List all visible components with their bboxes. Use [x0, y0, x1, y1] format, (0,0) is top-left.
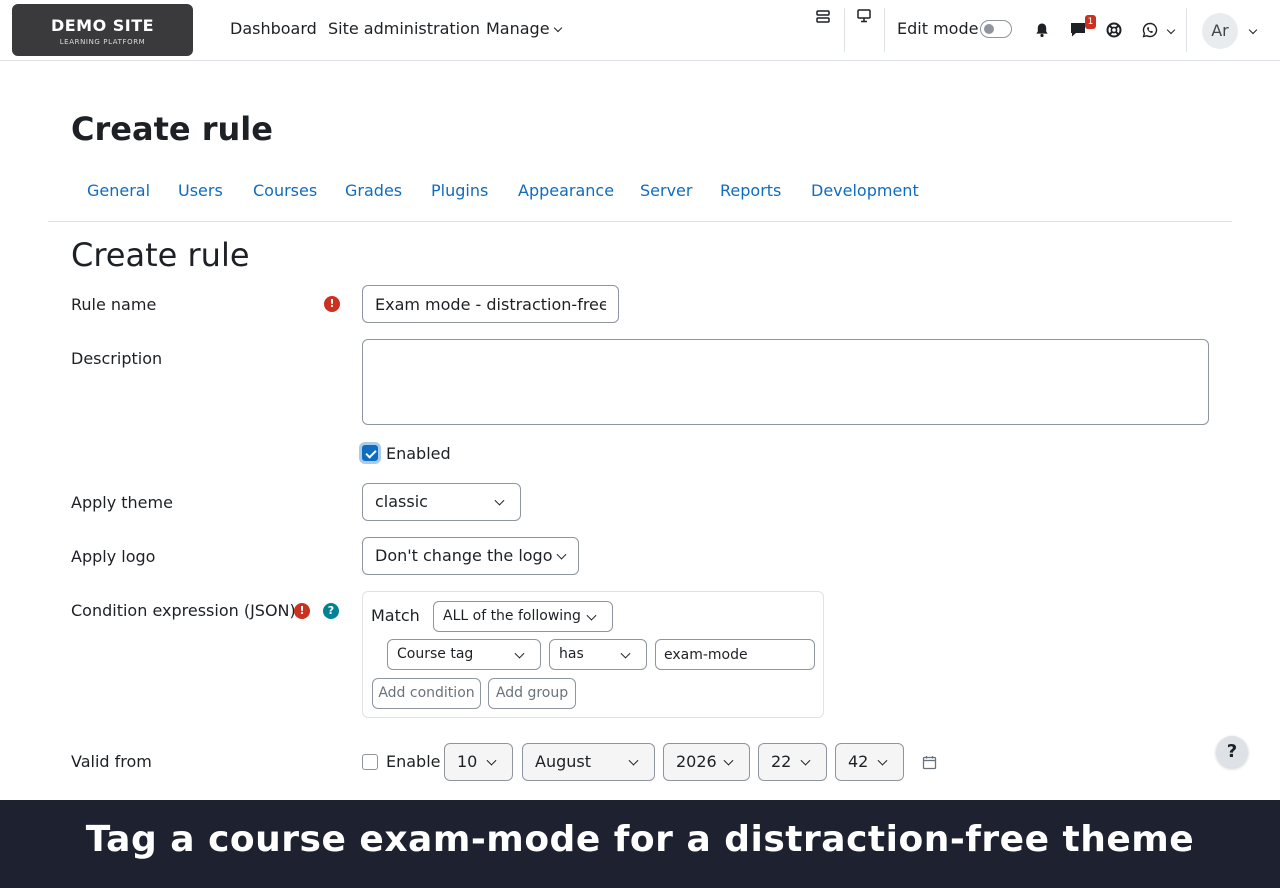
blocks-drawer-icon[interactable]: [815, 9, 831, 29]
chevron-down-icon: [723, 755, 734, 766]
tab-plugins[interactable]: Plugins: [431, 181, 488, 200]
rule-name-input[interactable]: [362, 285, 619, 323]
chevron-down-icon: [628, 755, 639, 766]
bell-icon[interactable]: [1034, 22, 1050, 42]
form-heading: Create rule: [71, 236, 250, 274]
valid-from-day-value: 10: [457, 752, 478, 771]
required-icon: !: [324, 296, 340, 312]
condition-field-select[interactable]: Course tag: [387, 639, 541, 670]
apply-logo-value: Don't change the logo: [375, 546, 553, 565]
edit-mode-toggle[interactable]: [980, 20, 1012, 38]
caption-banner: Tag a course exam-mode for a distraction…: [0, 800, 1280, 888]
apply-theme-label: Apply theme: [71, 493, 173, 512]
valid-from-minute-select[interactable]: 42: [835, 743, 904, 781]
enabled-checkbox[interactable]: [362, 445, 378, 461]
whatsapp-icon[interactable]: [1142, 22, 1158, 42]
nav-manage[interactable]: Manage: [486, 19, 562, 38]
chevron-down-icon: [514, 648, 525, 659]
valid-from-enable-checkbox[interactable]: [362, 754, 378, 770]
chevron-down-icon: [494, 495, 505, 506]
valid-from-month-select[interactable]: August: [522, 743, 655, 781]
chevron-down-icon: [586, 610, 597, 621]
logo-title: DEMO SITE: [50, 16, 155, 35]
apply-theme-select[interactable]: classic: [362, 483, 521, 521]
tab-courses[interactable]: Courses: [253, 181, 317, 200]
valid-from-enable-label: Enable: [386, 752, 441, 771]
edit-mode-label: Edit mode: [897, 19, 979, 38]
valid-from-hour-value: 22: [771, 752, 792, 771]
navbar-divider: [1186, 8, 1187, 52]
chevron-down-icon: [486, 755, 497, 766]
valid-from-year-select[interactable]: 2026: [663, 743, 750, 781]
condition-builder: Match ALL of the following Course tag ha…: [362, 591, 824, 718]
tab-server[interactable]: Server: [640, 181, 692, 200]
lifebuoy-icon[interactable]: [1106, 22, 1122, 42]
user-avatar[interactable]: Ar: [1202, 13, 1238, 49]
tab-reports[interactable]: Reports: [720, 181, 781, 200]
enabled-label: Enabled: [386, 444, 451, 463]
navbar-divider: [844, 8, 845, 52]
valid-from-month-value: August: [535, 752, 591, 771]
messages-badge: 1: [1085, 15, 1096, 29]
top-navbar: DEMO SITE LEARNING PLATFORM Dashboard Si…: [0, 0, 1280, 61]
tab-users[interactable]: Users: [178, 181, 223, 200]
admin-tabs: General Users Courses Grades Plugins App…: [48, 162, 1232, 222]
valid-from-day-select[interactable]: 10: [444, 743, 513, 781]
chevron-down-icon: [877, 755, 888, 766]
chevron-down-icon: [620, 648, 631, 659]
chevron-down-icon[interactable]: [1248, 25, 1258, 35]
valid-from-year-value: 2026: [676, 752, 717, 771]
match-select[interactable]: ALL of the following: [433, 601, 613, 632]
condition-operator-value: has: [559, 646, 584, 662]
navbar-divider: [884, 8, 885, 52]
chevron-down-icon: [800, 755, 811, 766]
valid-from-hour-select[interactable]: 22: [758, 743, 827, 781]
add-group-button[interactable]: Add group: [488, 678, 576, 709]
condition-value-input[interactable]: [655, 639, 815, 670]
condition-field-value: Course tag: [397, 646, 474, 662]
match-label: Match: [371, 606, 420, 625]
nav-site-administration[interactable]: Site administration: [328, 19, 480, 38]
valid-from-label: Valid from: [71, 752, 152, 771]
tab-grades[interactable]: Grades: [345, 181, 402, 200]
nav-dashboard[interactable]: Dashboard: [230, 19, 317, 38]
tab-appearance[interactable]: Appearance: [518, 181, 614, 200]
condition-operator-select[interactable]: has: [549, 639, 647, 670]
chevron-down-icon: [553, 23, 562, 33]
condition-expression-label: Condition expression (JSON): [71, 601, 296, 620]
help-icon[interactable]: ?: [323, 603, 339, 619]
description-label: Description: [71, 349, 163, 368]
tab-general[interactable]: General: [87, 181, 150, 200]
tab-development[interactable]: Development: [811, 181, 919, 200]
calendar-icon[interactable]: [922, 755, 937, 774]
chevron-down-icon: [556, 549, 567, 560]
match-value: ALL of the following: [443, 608, 581, 624]
page-title: Create rule: [71, 110, 273, 148]
rule-name-label: Rule name: [71, 295, 157, 314]
valid-from-minute-value: 42: [848, 752, 869, 771]
apply-logo-select[interactable]: Don't change the logo: [362, 537, 579, 575]
site-logo[interactable]: DEMO SITE LEARNING PLATFORM: [12, 4, 193, 56]
help-footer-button[interactable]: ?: [1216, 736, 1248, 768]
required-icon: !: [294, 603, 310, 619]
monitor-icon[interactable]: [856, 8, 872, 28]
logo-subtitle: LEARNING PLATFORM: [59, 38, 146, 46]
add-condition-button[interactable]: Add condition: [372, 678, 481, 709]
nav-manage-label: Manage: [486, 19, 550, 38]
apply-theme-value: classic: [375, 492, 428, 511]
chevron-down-icon[interactable]: [1166, 25, 1176, 35]
apply-logo-label: Apply logo: [71, 547, 156, 566]
toggle-knob: [984, 23, 994, 34]
description-textarea[interactable]: [362, 339, 1209, 425]
